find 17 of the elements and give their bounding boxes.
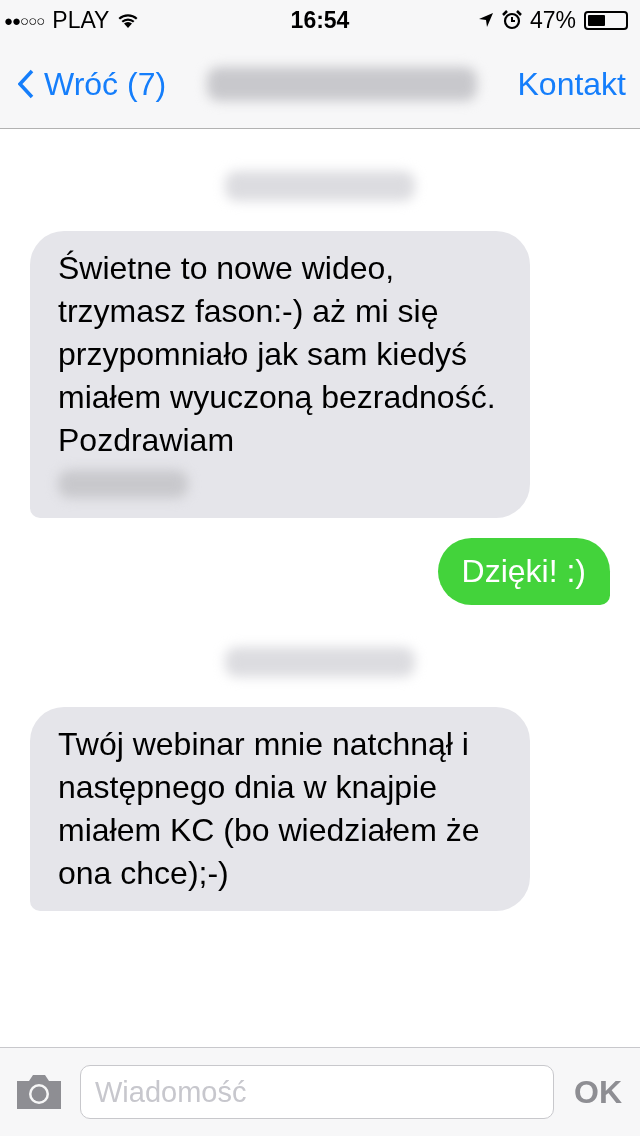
camera-icon[interactable] [14, 1073, 64, 1111]
wifi-icon [117, 11, 140, 29]
alarm-clock-icon [501, 10, 522, 30]
contact-button[interactable]: Kontakt [517, 65, 626, 103]
back-chevron-icon [18, 69, 34, 99]
clock-time: 16:54 [290, 6, 350, 34]
battery-percent: 47% [529, 6, 576, 34]
battery-icon [584, 10, 628, 30]
message-bubble: Świetne to nowe wideo, trzymasz fason:-) aż mi się przypomniało jak sam kiedyś miałem wyuczoną bezradność. Pozdrawiam [30, 231, 530, 518]
back-button[interactable]: Wróć (7) [18, 65, 167, 103]
message-bubble: Twój webinar mnie natchnął i następnego dnia w knajpie miałem KC (bo wiedziałem że ona chce);-) [30, 707, 530, 911]
send-button[interactable]: OK [570, 1073, 626, 1111]
signal-dots: ●●○○○ [4, 11, 45, 29]
message-input[interactable]: Wiadomość [80, 1065, 554, 1119]
message-bubble: Dzięki! :) [437, 538, 610, 605]
carrier-name: PLAY [52, 6, 110, 34]
location-arrow-icon [477, 12, 494, 28]
